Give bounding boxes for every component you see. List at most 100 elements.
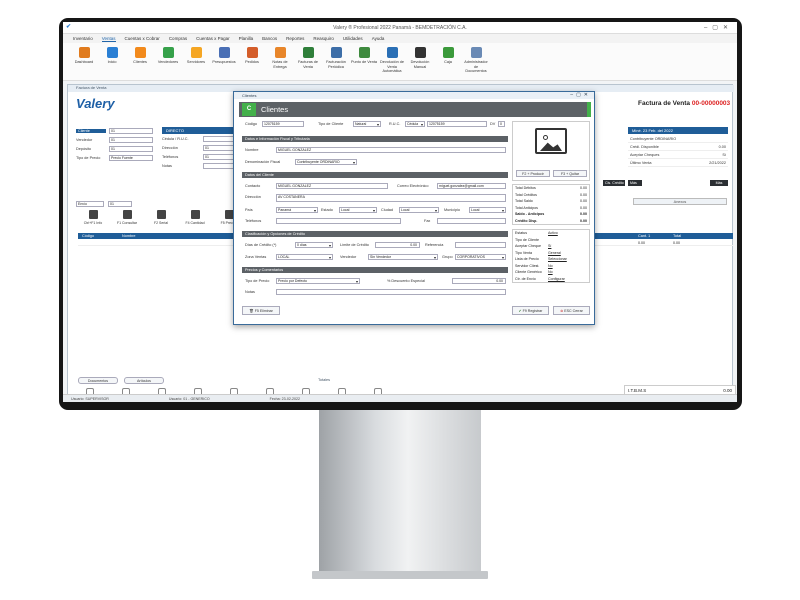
address-input[interactable]: AV COSTANERA	[276, 194, 506, 202]
financial-label: Saldo - Anticipos	[515, 212, 545, 217]
name-input[interactable]: MIGUEL GONZALEZ	[276, 147, 506, 153]
dialog-window-title: Clientes	[242, 93, 257, 98]
credit-days-select[interactable]: 0 días	[295, 242, 333, 248]
phones-input[interactable]	[276, 218, 401, 224]
group-select[interactable]: CORPORATIVOS	[455, 254, 506, 260]
dv-input[interactable]: 0	[498, 121, 505, 127]
menu-item-6[interactable]: Bancos	[262, 36, 277, 41]
price-type-select[interactable]: Precio por Defecto	[276, 278, 360, 284]
ribbon-item-6[interactable]: Pedidos	[239, 43, 265, 80]
ribbon-item-8[interactable]: Facturas de Venta	[295, 43, 321, 80]
option-value[interactable]: Configurar	[548, 277, 565, 281]
reference-input[interactable]	[455, 242, 506, 248]
more-button-right[interactable]: Más	[710, 180, 728, 186]
credit-limit-input[interactable]: 0.00	[375, 242, 420, 248]
menu-item-4[interactable]: Cuentas x Pagar	[196, 36, 230, 41]
add-photo-button[interactable]: F2 + Producir	[516, 170, 550, 177]
code-input[interactable]: 12075159	[262, 121, 304, 127]
option-value[interactable]: Activo	[548, 231, 558, 235]
invoice-tool-3[interactable]: F4 Cantidad	[180, 210, 210, 225]
option-value[interactable]: No	[548, 264, 553, 268]
country-select[interactable]: Panamá	[276, 207, 318, 213]
menu-item-5[interactable]: Planilla	[239, 36, 254, 41]
email-input[interactable]: miguel.gonzalez@gmail.com	[437, 183, 506, 189]
ribbon-label-5: Presupuestos	[212, 60, 236, 64]
city-select[interactable]: Local	[399, 207, 439, 213]
register-button[interactable]: ✔ F9 Registrar	[512, 306, 549, 315]
invoice-tool-1[interactable]: F1 Consultar	[112, 210, 142, 225]
menu-item-10[interactable]: Ayuda	[372, 36, 385, 41]
ribbon-item-2[interactable]: Clientes	[127, 43, 153, 80]
shipping-field[interactable]: Envío	[76, 201, 104, 207]
annex-button[interactable]: Anexos	[633, 198, 727, 205]
credit-button[interactable]: Cls. Crédito	[603, 180, 625, 186]
ribbon-item-3[interactable]: Vendedores	[155, 43, 181, 80]
client-type-select[interactable]: Natural	[353, 121, 381, 127]
ribbon-item-13[interactable]: Caja	[435, 43, 461, 80]
more-button[interactable]: Más	[628, 180, 642, 186]
invoice-tool-0[interactable]: Ctrl+F1 Info	[78, 210, 108, 225]
fax-input[interactable]	[437, 218, 506, 224]
ribbon-item-5[interactable]: Presupuestos	[211, 43, 237, 80]
shipping-value[interactable]: 01	[108, 201, 132, 207]
invoice-tool-2[interactable]: F2 Serial	[146, 210, 176, 225]
ribbon-item-14[interactable]: Administrador de Documentos	[463, 43, 489, 80]
dv-label: DV	[490, 122, 496, 126]
invoice-field-input[interactable]: 01	[109, 146, 153, 152]
window-controls[interactable]: –▢✕	[704, 24, 733, 31]
dialog-titlebar: Clientes –▢✕	[234, 92, 594, 99]
invoice-field-input[interactable]: 01	[109, 137, 153, 143]
option-value[interactable]: Sí	[548, 244, 551, 248]
menu-item-7[interactable]: Reportes	[286, 36, 304, 41]
close-button[interactable]: ⊗ ESC Cerrar	[553, 306, 590, 315]
contact-input[interactable]: MIGUEL GONZALEZ	[276, 183, 388, 189]
invoice-field-input[interactable]: 01	[109, 128, 153, 134]
remove-photo-button[interactable]: F3 + Quitar	[553, 170, 587, 177]
ribbon-item-12[interactable]: Devolución Manual	[407, 43, 433, 80]
ribbon-item-0[interactable]: Dashboard	[71, 43, 97, 80]
documents-tab[interactable]: Documentos	[78, 377, 118, 384]
menu-item-9[interactable]: Utilidades	[343, 36, 363, 41]
grid-col-name: Nombre	[122, 234, 136, 238]
ribbon-item-10[interactable]: Punto de Venta	[351, 43, 377, 80]
dialog-window-controls[interactable]: –▢✕	[570, 92, 591, 99]
sales-zone-select[interactable]: LOCAL	[276, 254, 333, 260]
option-label: Ctr. de Envío	[515, 276, 536, 281]
ruc-type-select[interactable]: Cédula	[405, 121, 425, 127]
menu-item-0[interactable]: Inventario	[73, 36, 93, 41]
client-info-label: Dirección	[162, 146, 178, 150]
credit-info-row: Último Venta 2/21/2022	[628, 159, 728, 167]
menu-item-2[interactable]: Cuentas x Cobrar	[125, 36, 160, 41]
ribbon-item-9[interactable]: Facturación Periódica	[323, 43, 349, 80]
state-select[interactable]: Local	[339, 207, 377, 213]
notes-input[interactable]	[276, 289, 506, 295]
bottom-tabs: Documentos Artículos	[78, 377, 164, 384]
group-label: Grupo	[442, 255, 453, 259]
option-value[interactable]: No	[548, 270, 553, 274]
ribbon-item-4[interactable]: Servidores	[183, 43, 209, 80]
option-value[interactable]: Seleccionar	[548, 257, 567, 261]
row-total: 0.00	[673, 241, 680, 245]
seller-select[interactable]: Sin Vendedor	[368, 254, 438, 260]
option-label: Aceptar Cheque	[515, 244, 541, 249]
invoice-field-input[interactable]: Precio Fuente	[109, 155, 153, 161]
ribbon-item-11[interactable]: Devolución de Venta Automática	[379, 43, 405, 80]
state-label: Estado	[321, 208, 333, 212]
ruc-input[interactable]: 12075159	[427, 121, 487, 127]
invoice-field-label: Vendedor	[76, 138, 93, 142]
delete-button[interactable]: 🗑 F5 Eliminar	[242, 306, 280, 315]
manual-return-icon	[414, 47, 426, 58]
option-value[interactable]: General	[548, 251, 561, 255]
option-label: Estatus	[515, 231, 527, 236]
menu-item-1[interactable]: Ventas	[101, 36, 116, 42]
sales-zone-label: Zona Ventas	[245, 255, 267, 259]
ribbon-item-1[interactable]: Inicio	[99, 43, 125, 80]
client-info-label: Teléfonos	[162, 155, 179, 159]
menu-item-3[interactable]: Compras	[169, 36, 187, 41]
fiscal-denom-select[interactable]: Contribuyente ORDINARIO	[295, 159, 357, 165]
special-discount-input[interactable]: 0.00	[452, 278, 506, 284]
articles-tab[interactable]: Artículos	[124, 377, 164, 384]
menu-item-8[interactable]: Reasquiro	[313, 36, 334, 41]
municipality-select[interactable]: Local	[469, 207, 506, 213]
ribbon-item-7[interactable]: Notas de Entrega	[267, 43, 293, 80]
